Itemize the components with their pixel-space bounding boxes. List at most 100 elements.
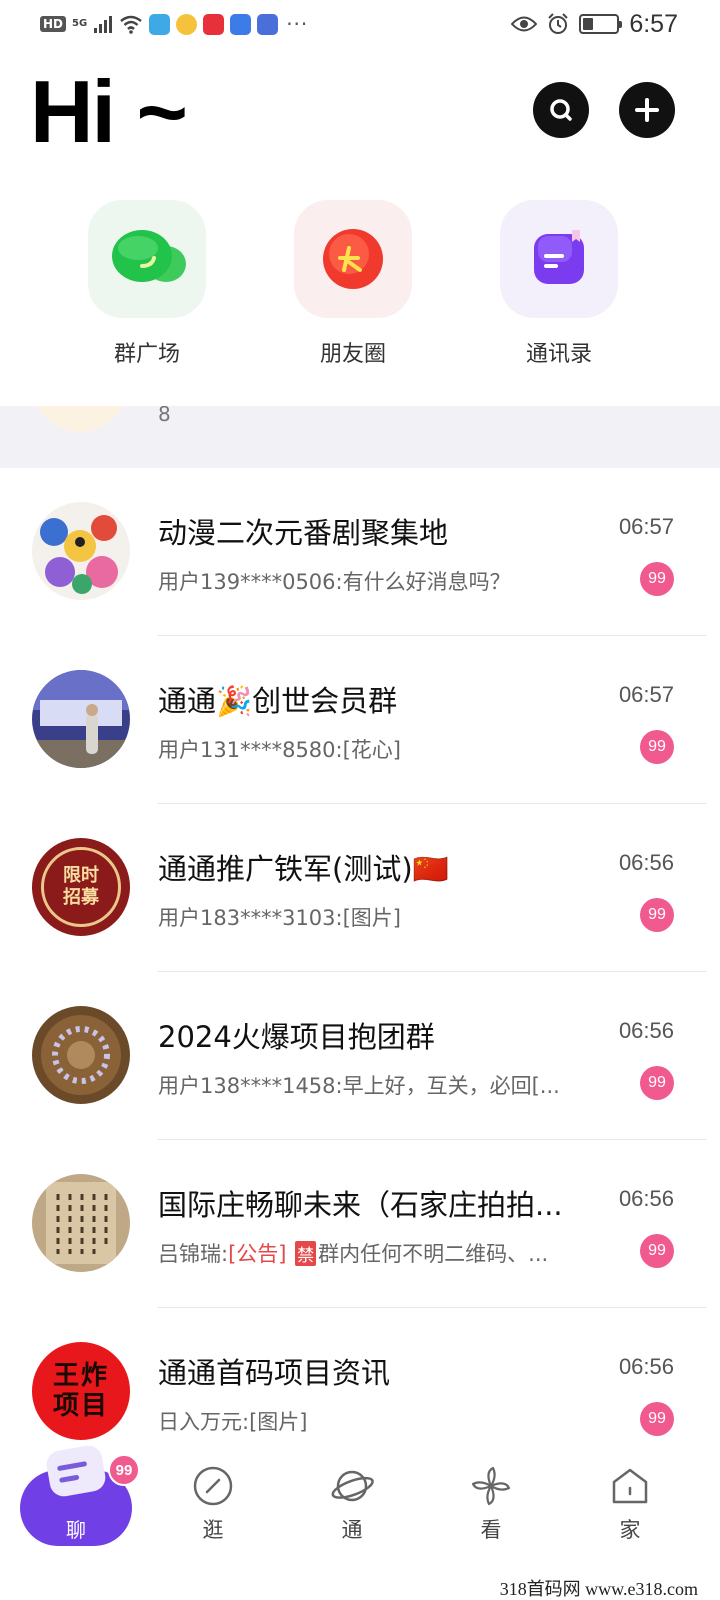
search-icon <box>550 99 572 121</box>
status-bar-right: 6:57 <box>511 10 678 38</box>
preview-text: 群内任何不明二维码、... <box>318 1242 549 1266</box>
quick-entry-tile <box>88 200 206 318</box>
calligraphy-scroll-image <box>32 1174 130 1272</box>
pinwheel-app-icon <box>176 13 198 35</box>
search-button[interactable] <box>533 82 589 138</box>
seal-text-line: 限时 <box>63 865 99 886</box>
nav-tab-connect[interactable]: 通 <box>312 1464 392 1544</box>
quick-entry-contacts[interactable]: 通讯录 <box>500 200 618 368</box>
chat-time: 06:57 <box>618 682 674 707</box>
nav-tab-home[interactable]: 家 <box>590 1464 670 1544</box>
seal-text-line: 招募 <box>63 887 99 908</box>
quick-entry-tile <box>294 200 412 318</box>
network-type: 5G <box>72 18 88 29</box>
status-time: 6:57 <box>629 9 678 38</box>
chat-preview: 用户139****0506:有什么好消息吗？ <box>158 570 511 594</box>
anime-collage-image <box>32 502 130 600</box>
unread-badge: 99 <box>640 1234 674 1268</box>
preview-sender: 吕锦瑞: <box>158 1242 229 1266</box>
circle-of-hands-image <box>32 1006 130 1104</box>
chat-row[interactable]: 2024火爆项目抱团群 06:56 用户138****1458:早上好，互关，必… <box>0 972 720 1140</box>
unread-badge: 99 <box>640 1066 674 1100</box>
weather-app-icon <box>149 13 171 35</box>
hd-indicator: HD <box>40 16 67 32</box>
files-app-icon <box>257 13 279 35</box>
chat-title: 通通🎉创世会员群 <box>158 684 398 718</box>
nav-label: 通 <box>341 1518 363 1542</box>
avatar <box>32 670 130 768</box>
pinned-chat-row[interactable]: 8 <box>0 406 720 468</box>
status-bar-left: HD 5G ··· <box>40 12 308 36</box>
chat-time: 06:56 <box>618 1018 674 1043</box>
green-chat-bubbles-icon <box>112 230 186 282</box>
unread-badge: 99 <box>640 1402 674 1436</box>
avatar <box>32 1174 130 1272</box>
avatar-text-line: 项目 <box>52 1391 109 1421</box>
unread-badge: 99 <box>640 898 674 932</box>
chat-title: 通通推广铁军(测试)🇨🇳 <box>158 852 449 886</box>
chat-time: 06:56 <box>618 850 674 875</box>
nav-label: 看 <box>480 1518 502 1542</box>
quick-entry-label: 通讯录 <box>525 342 592 367</box>
pinwheel-icon <box>471 1466 511 1506</box>
huawei-app-icon <box>203 13 225 35</box>
signal-icon <box>94 16 113 33</box>
avatar <box>32 1006 130 1104</box>
chat-preview: 用户131****8580:[花心] <box>158 738 401 762</box>
conference-photo-image <box>32 670 130 768</box>
watermark-text: 318首码网 www.e318.com <box>499 1579 698 1599</box>
quick-entry-moments[interactable]: 朋友圈 <box>294 200 412 368</box>
chat-preview: 吕锦瑞:[公告] 禁群内任何不明二维码、... <box>158 1238 578 1268</box>
chat-row[interactable]: 通通🎉创世会员群 06:57 用户131****8580:[花心] 99 <box>0 636 720 804</box>
chat-row[interactable]: 限时 招募 通通推广铁军(测试)🇨🇳 06:56 用户183****3103:[… <box>0 804 720 972</box>
wifi-icon <box>120 15 142 34</box>
prohibited-emoji-icon: 禁 <box>295 1241 317 1266</box>
alarm-icon <box>548 13 569 34</box>
chat-preview: 用户183****3103:[图片] <box>158 906 401 930</box>
add-button[interactable] <box>619 82 675 138</box>
nav-tab-browse[interactable]: 逛 <box>173 1464 253 1544</box>
recruitment-seal: 限时 招募 <box>41 847 121 927</box>
nav-chat-tab[interactable]: 99 聊 <box>20 1443 140 1546</box>
quick-entry-label: 群广场 <box>113 342 180 367</box>
chat-row[interactable]: 国际庄畅聊未来（石家庄拍拍... 06:56 吕锦瑞:[公告] 禁群内任何不明二… <box>0 1140 720 1308</box>
avatar-text-line: 王炸 <box>52 1361 109 1391</box>
greeting-title: Hi ~ <box>30 62 188 161</box>
pinned-chat-preview: 8 <box>158 406 171 426</box>
status-bar: HD 5G ··· 6:57 <box>0 0 720 50</box>
planet-icon <box>331 1470 374 1502</box>
quick-entry-group-square[interactable]: 群广场 <box>88 200 206 368</box>
nav-tab-watch[interactable]: 看 <box>451 1464 531 1544</box>
avatar <box>32 406 128 432</box>
more-notifications-icon: ··· <box>286 12 309 36</box>
red-circle-logo-icon <box>323 229 383 289</box>
chat-time: 06:57 <box>618 514 674 539</box>
chat-preview: 日入万元:[图片] <box>158 1410 308 1434</box>
unread-badge: 99 <box>640 730 674 764</box>
avatar: 王炸 项目 <box>32 1342 130 1440</box>
nav-label: 聊 <box>66 1518 86 1542</box>
compass-icon <box>193 1466 233 1506</box>
chat-preview: 用户138****1458:早上好，互关，必回[... <box>158 1074 560 1098</box>
announcement-tag: [公告] <box>228 1242 287 1266</box>
chat-title: 2024火爆项目抱团群 <box>158 1020 435 1054</box>
battery-icon <box>579 14 623 34</box>
avatar <box>32 502 130 600</box>
quick-entry-label: 朋友圈 <box>319 342 386 367</box>
chat-row[interactable]: 动漫二次元番剧聚集地 06:57 用户139****0506:有什么好消息吗？ … <box>0 468 720 636</box>
plus-icon <box>635 98 659 122</box>
purple-contacts-icon <box>534 230 584 284</box>
home-icon <box>612 1468 648 1504</box>
eye-icon <box>511 16 538 32</box>
unread-badge: 99 <box>640 562 674 596</box>
chat-title: 通通首码项目资讯 <box>158 1356 391 1390</box>
chat-bubble-icon <box>44 1443 108 1499</box>
nav-label: 家 <box>619 1518 641 1542</box>
chat-time: 06:56 <box>618 1354 674 1379</box>
unread-badge: 99 <box>108 1454 140 1486</box>
quick-entry-tile <box>500 200 618 318</box>
store-app-icon <box>230 13 252 35</box>
chat-title: 动漫二次元番剧聚集地 <box>158 516 449 550</box>
avatar: 限时 招募 <box>32 838 130 936</box>
nav-label: 逛 <box>202 1518 224 1542</box>
